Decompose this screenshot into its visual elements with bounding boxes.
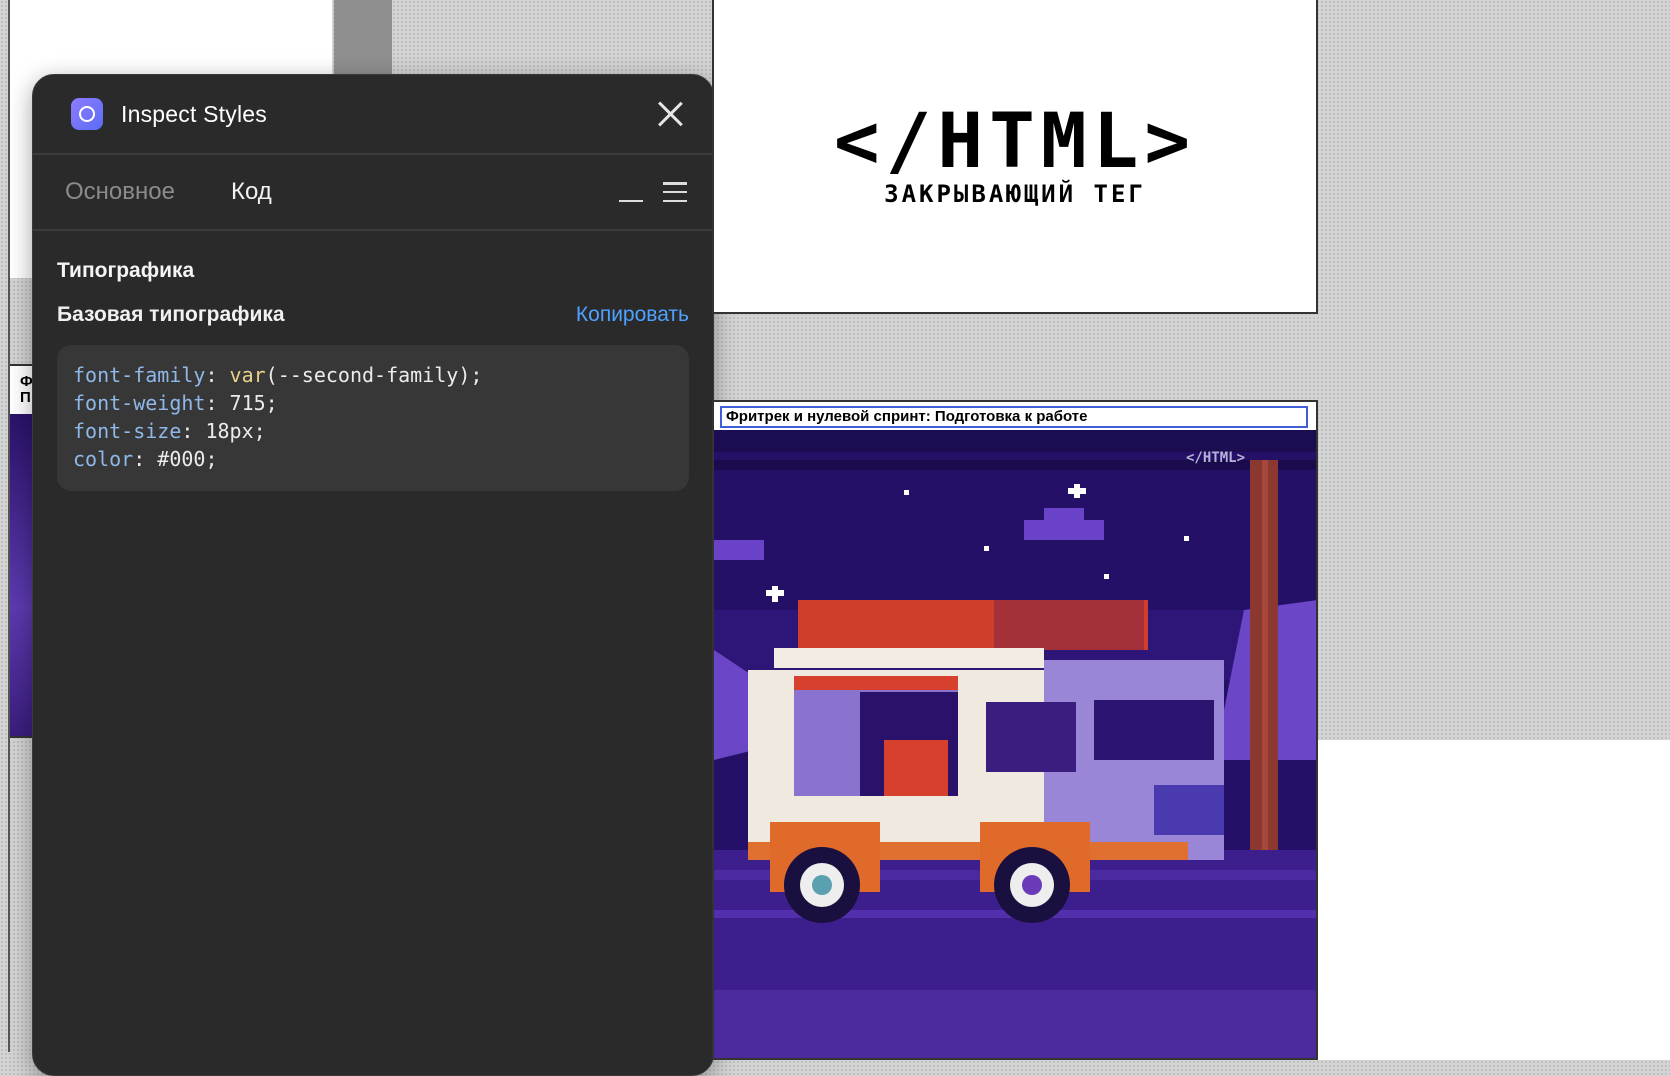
html-logo: </HTML>	[833, 96, 1197, 185]
section-title: Типографика	[57, 259, 195, 282]
code-property: font-family	[73, 363, 206, 387]
code-value: (--second-family);	[265, 363, 483, 387]
code-value: 18px;	[193, 419, 266, 443]
background-white-area	[1318, 740, 1670, 1060]
video-card[interactable]: Фритрек и нулевой спринт: Подготовка к р…	[712, 400, 1318, 1060]
left-card-fragment: Ф П	[10, 364, 34, 738]
tab-code[interactable]: Код	[231, 178, 272, 206]
tab-basic[interactable]: Основное	[65, 178, 175, 206]
inspect-styles-panel: Inspect Styles Основное Код Типографика …	[32, 74, 714, 1076]
logo-card[interactable]: </HTML> ЗАКРЫВАЮЩИЙ ТЕГ	[712, 0, 1318, 314]
copy-button[interactable]: Копировать	[576, 303, 689, 327]
menu-icon[interactable]	[663, 182, 687, 202]
panel-title: Inspect Styles	[121, 100, 267, 127]
close-icon[interactable]	[657, 101, 683, 127]
code-property: font-size	[73, 419, 182, 443]
pixel-art-food-truck-image: </HTML>	[714, 430, 1316, 1058]
panel-header: Inspect Styles	[33, 75, 713, 155]
code-property: font-weight	[73, 391, 206, 415]
code-block[interactable]: font-family: var(--second-family); font-…	[57, 345, 689, 491]
video-title-field[interactable]: Фритрек и нулевой спринт: Подготовка к р…	[720, 406, 1308, 428]
code-value: #000;	[145, 447, 218, 471]
logo-subtitle: ЗАКРЫВАЮЩИЙ ТЕГ	[884, 180, 1146, 208]
background-grey-column	[334, 0, 392, 80]
left-fragment-letter: Ф	[20, 373, 33, 390]
code-value: 715;	[217, 391, 278, 415]
panel-tabs: Основное Код	[33, 155, 713, 231]
left-fragment-image	[10, 414, 34, 736]
subsection-title: Базовая типографика	[57, 303, 285, 326]
code-property: color	[73, 447, 134, 471]
app-logo-icon	[71, 98, 103, 130]
left-fragment-letter: П	[20, 389, 31, 406]
code-function: var	[229, 363, 266, 387]
video-watermark: </HTML>	[1186, 450, 1245, 466]
typography-section: Типографика Базовая типографика Копирова…	[33, 231, 713, 491]
minimize-icon[interactable]	[619, 182, 643, 202]
